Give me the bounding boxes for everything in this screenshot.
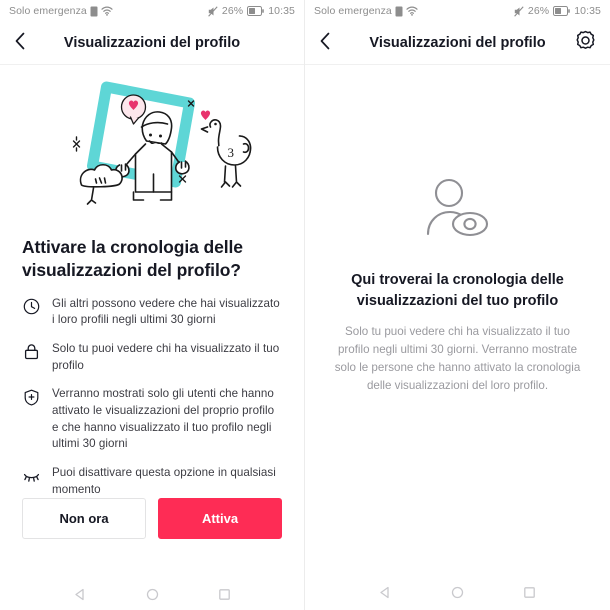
screen-body: 3 Attivare la cronologia delle visualizz… (0, 65, 304, 577)
feature-text: Gli altri possono vedere che hai visuali… (52, 296, 280, 327)
status-bar-right: 26% 10:35 (514, 5, 601, 17)
battery-icon (247, 6, 265, 16)
nav-back-triangle-icon[interactable] (368, 576, 402, 610)
action-button-row: Non ora Attiva (22, 498, 282, 540)
feature-text: Solo tu puoi vedere chi ha visualizzato … (52, 341, 280, 372)
carrier-label: Solo emergenza (314, 5, 392, 17)
mute-icon (514, 5, 524, 17)
status-bar: Solo emergenza 26% 10:35 (305, 0, 610, 22)
feature-text: Verranno mostrati solo gli utenti che ha… (52, 387, 275, 451)
android-nav-bar (0, 577, 304, 610)
sim-card-icon (395, 6, 403, 17)
feature-item: Verranno mostrati solo gli utenti che ha… (22, 386, 282, 453)
nav-back-triangle-icon[interactable] (63, 578, 97, 610)
app-header: Visualizzazioni del profilo (305, 22, 610, 65)
chevron-left-icon (14, 31, 27, 56)
feature-item: Gli altri possono vedere che hai visuali… (22, 296, 282, 329)
back-button[interactable] (319, 31, 345, 56)
person-holding-frame-illustration: 3 (22, 65, 282, 230)
feature-text: Puoi disattivare questa opzione in quals… (52, 466, 276, 496)
feature-list: Gli altri possono vedere che hai visuali… (22, 296, 282, 499)
clock-icon (22, 298, 40, 316)
battery-percent-label: 26% (527, 5, 550, 17)
status-bar: Solo emergenza 26% 10:35 (0, 0, 304, 22)
feature-item: Solo tu puoi vedere chi ha visualizzato … (22, 341, 282, 374)
clock-label: 10:35 (268, 5, 295, 17)
mute-icon (208, 5, 218, 17)
settings-button[interactable] (575, 30, 596, 56)
feature-item: Puoi disattivare questa opzione in quals… (22, 465, 282, 498)
screen-activation-prompt: Solo emergenza 26% 10:35 Visualizzazioni… (0, 0, 305, 610)
wifi-icon (101, 6, 113, 16)
lock-icon (22, 343, 40, 361)
battery-icon (553, 6, 571, 16)
dual-screenshot-container: Solo emergenza 26% 10:35 Visualizzazioni… (0, 0, 610, 610)
activate-button[interactable]: Attiva (158, 498, 282, 540)
shield-plus-icon (22, 388, 40, 406)
carrier-label: Solo emergenza (9, 5, 87, 17)
gear-icon (575, 30, 596, 56)
status-bar-left: Solo emergenza (314, 5, 418, 17)
battery-percent-label: 26% (221, 5, 244, 17)
eye-off-icon (22, 467, 40, 485)
clock-label: 10:35 (574, 5, 601, 17)
nav-home-circle-icon[interactable] (440, 576, 474, 610)
empty-state-description: Solo tu puoi vedere chi ha visualizzato … (334, 325, 581, 392)
empty-state: Qui troverai la cronologia delle visuali… (305, 65, 610, 575)
nav-recents-square-icon[interactable] (513, 576, 547, 610)
wifi-icon (406, 6, 418, 16)
svg-text:3: 3 (228, 145, 235, 160)
not-now-button[interactable]: Non ora (22, 498, 146, 540)
nav-recents-square-icon[interactable] (207, 578, 241, 610)
screen-empty-history: Solo emergenza 26% 10:35 Visualizzazioni… (305, 0, 610, 610)
nav-home-circle-icon[interactable] (135, 578, 169, 610)
page-title: Visualizzazioni del profilo (369, 35, 546, 51)
status-bar-left: Solo emergenza (9, 5, 113, 17)
page-title: Visualizzazioni del profilo (63, 35, 241, 51)
headline: Attivare la cronologia delle visualizzaz… (22, 237, 243, 281)
empty-state-title: Qui troverai la cronologia delle visuali… (351, 272, 564, 310)
android-nav-bar (305, 575, 610, 610)
person-eye-icon (421, 177, 495, 246)
back-button[interactable] (14, 31, 40, 56)
chevron-left-icon (319, 31, 332, 56)
status-bar-right: 26% 10:35 (208, 5, 295, 17)
app-header: Visualizzazioni del profilo (0, 22, 304, 65)
sim-card-icon (90, 6, 98, 17)
